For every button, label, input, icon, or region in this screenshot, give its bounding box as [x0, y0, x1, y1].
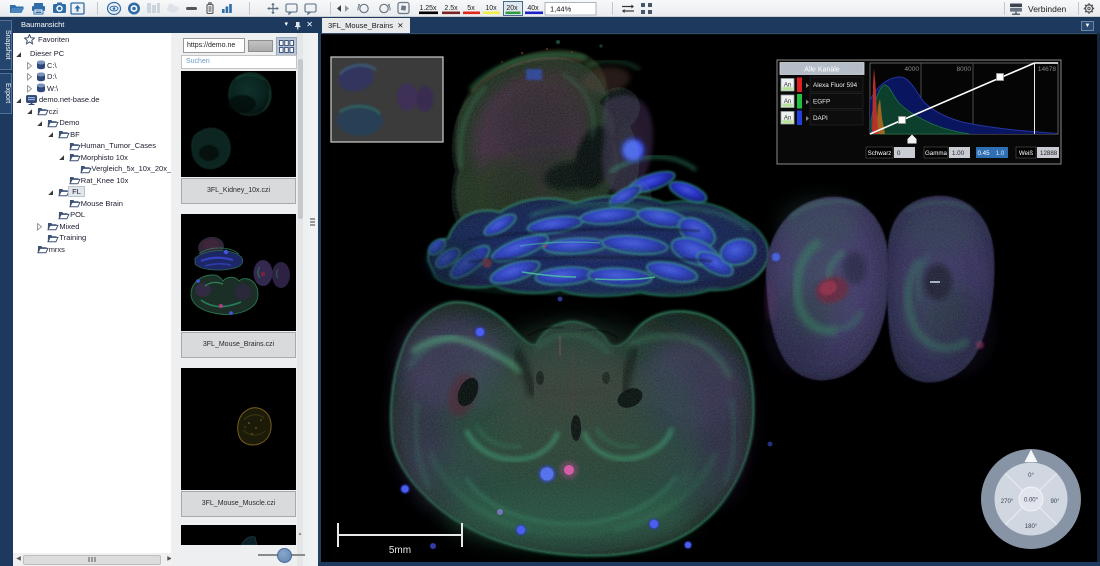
svg-text:1.00: 1.00 [952, 150, 965, 157]
svg-text:Schwarz: Schwarz [868, 150, 892, 157]
svg-text:An: An [784, 99, 791, 105]
svg-text:1.0: 1.0 [996, 150, 1005, 157]
svg-text:DAPI: DAPI [813, 115, 828, 122]
svg-text:270°: 270° [1001, 499, 1014, 505]
svg-text:0.00°: 0.00° [1024, 498, 1039, 504]
svg-text:0°: 0° [1028, 473, 1034, 479]
svg-text:20x: 20x [506, 5, 518, 12]
svg-text:12888: 12888 [1040, 150, 1058, 157]
svg-text:0: 0 [897, 150, 901, 157]
svg-text:14678: 14678 [1038, 66, 1056, 73]
svg-text:0.45: 0.45 [977, 150, 990, 157]
svg-text:10x: 10x [485, 5, 497, 12]
svg-text:1.25x: 1.25x [419, 5, 437, 12]
svg-text:8000: 8000 [957, 66, 972, 73]
svg-text:An: An [784, 116, 791, 122]
svg-text:Weiß: Weiß [1019, 150, 1034, 157]
svg-text:An: An [784, 83, 791, 89]
svg-text:90°: 90° [1050, 499, 1060, 505]
svg-text:1,44%: 1,44% [550, 5, 572, 14]
svg-text:Verbinden: Verbinden [1028, 4, 1067, 14]
svg-text:Gamma: Gamma [925, 150, 948, 157]
svg-text:40x: 40x [527, 5, 539, 12]
svg-text:Alle Kanäle: Alle Kanäle [804, 67, 840, 74]
svg-text:5x: 5x [467, 5, 475, 12]
svg-text:4000: 4000 [905, 66, 920, 73]
svg-text:180°: 180° [1025, 524, 1038, 530]
svg-text:5mm: 5mm [389, 545, 411, 556]
svg-text:2.5x: 2.5x [444, 5, 458, 12]
svg-text:Alexa Fluor 594: Alexa Fluor 594 [813, 82, 858, 89]
svg-text:EGFP: EGFP [813, 99, 830, 106]
